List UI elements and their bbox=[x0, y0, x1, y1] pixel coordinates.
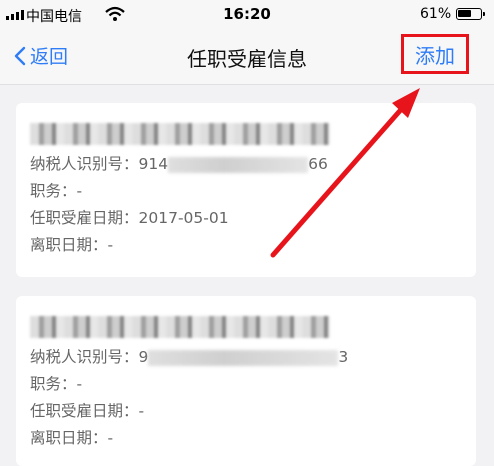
tax-id-row: 纳税人识别号：9 3 bbox=[30, 344, 476, 371]
battery-icon bbox=[456, 8, 485, 20]
position-row: 职务：- bbox=[30, 371, 476, 398]
status-bar: 中国电信 16:20 61% bbox=[0, 0, 494, 30]
hire-date-row: 任职受雇日期：- bbox=[30, 398, 476, 425]
tax-id-prefix: 914 bbox=[138, 155, 169, 173]
hire-date-label: 任职受雇日期： bbox=[30, 402, 139, 420]
employment-card[interactable]: 纳税人识别号：914 66 职务：- 任职受雇日期：2017-05-01 离职日期… bbox=[16, 103, 476, 277]
position-label: 职务： bbox=[30, 182, 77, 200]
redacted-mask bbox=[30, 123, 330, 145]
position-label: 职务： bbox=[30, 375, 77, 393]
hire-date-row: 任职受雇日期：2017-05-01 bbox=[30, 205, 476, 232]
employment-card[interactable]: 纳税人识别号：9 3 职务：- 任职受雇日期：- 离职日期：- bbox=[16, 296, 476, 466]
tax-id-prefix: 9 bbox=[138, 348, 149, 366]
tax-id-suffix: 66 bbox=[308, 155, 328, 173]
add-button[interactable]: 添加 bbox=[401, 34, 469, 74]
position-value: - bbox=[76, 375, 83, 393]
tax-id-label: 纳税人识别号： bbox=[30, 348, 139, 366]
tax-id-row: 纳税人识别号：914 66 bbox=[30, 151, 476, 178]
battery-percent: 61% bbox=[420, 6, 452, 22]
battery-level bbox=[458, 10, 471, 17]
redacted-mask bbox=[168, 156, 309, 173]
hire-date-value: - bbox=[138, 402, 145, 420]
tax-id-label: 纳税人识别号： bbox=[30, 155, 139, 173]
redacted-mask bbox=[30, 316, 330, 338]
company-name bbox=[30, 316, 330, 338]
position-row: 职务：- bbox=[30, 178, 476, 205]
leave-date-value: - bbox=[107, 236, 114, 254]
hire-date-label: 任职受雇日期： bbox=[30, 209, 139, 227]
leave-date-row: 离职日期：- bbox=[30, 232, 476, 259]
hire-date-value: 2017-05-01 bbox=[138, 209, 229, 227]
nav-bar: 返回 任职受雇信息 添加 bbox=[0, 30, 494, 85]
company-name bbox=[30, 123, 330, 145]
leave-date-label: 离职日期： bbox=[30, 429, 108, 447]
tax-id-suffix: 3 bbox=[338, 348, 349, 366]
redacted-mask bbox=[148, 349, 339, 366]
leave-date-row: 离职日期：- bbox=[30, 425, 476, 452]
leave-date-value: - bbox=[107, 429, 114, 447]
position-value: - bbox=[76, 182, 83, 200]
leave-date-label: 离职日期： bbox=[30, 236, 108, 254]
